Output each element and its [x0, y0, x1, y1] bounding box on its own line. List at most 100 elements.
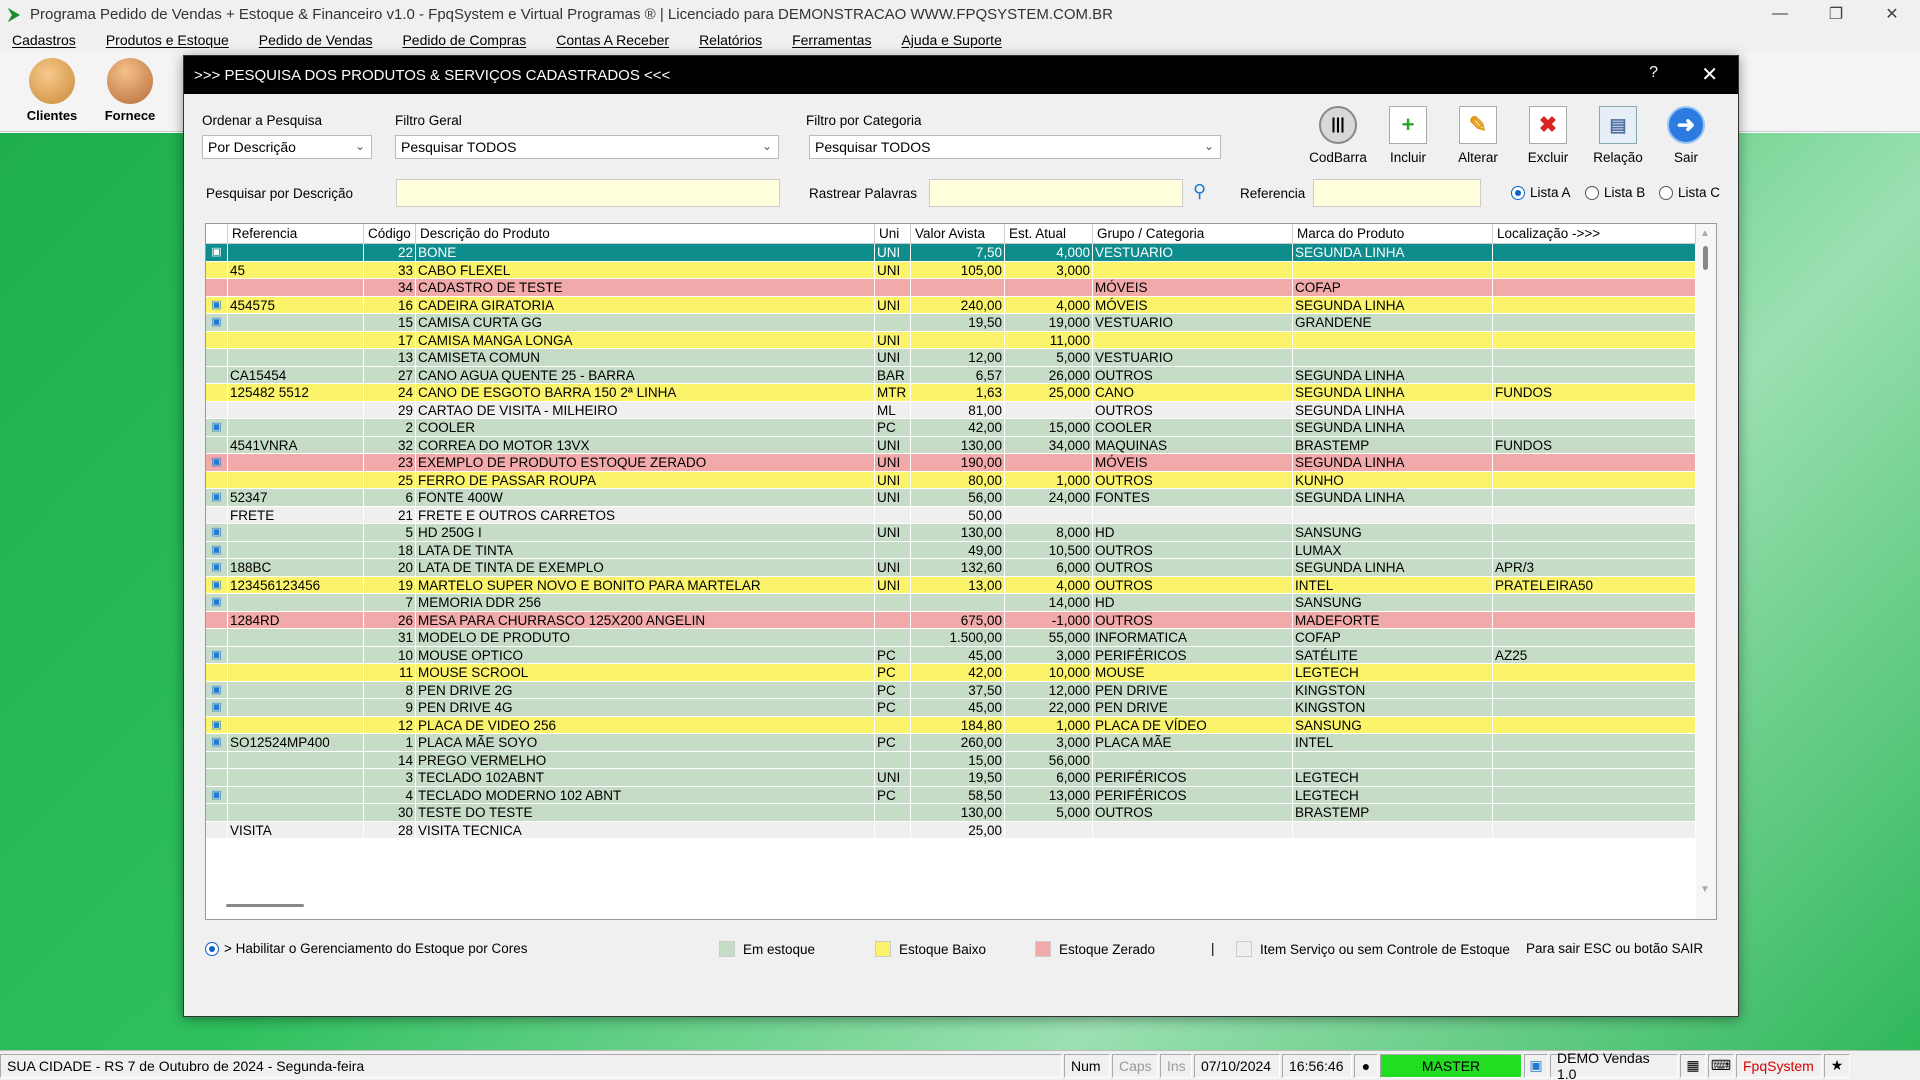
cell-val: 80,00 [911, 471, 1005, 489]
cell-est: 56,000 [1005, 751, 1093, 769]
menu-relatorios[interactable]: Relatórios [699, 32, 762, 48]
header-codigo[interactable]: Código [364, 224, 416, 244]
table-row[interactable]: 14 PREGO VERMELHO 15,00 56,000 [206, 751, 1696, 769]
row-icon-cell [206, 436, 228, 454]
cell-grp: VESTUARIO [1093, 314, 1293, 332]
header-localizacao[interactable]: Localização ->>> [1493, 224, 1696, 244]
lista-c-radio[interactable]: Lista C [1659, 185, 1720, 200]
menu-pedido-vendas[interactable]: Pedido de Vendas [259, 32, 373, 48]
scroll-up-icon[interactable]: ▲ [1700, 228, 1710, 239]
products-grid[interactable]: Referencia Código Descrição do Produto U… [205, 223, 1717, 920]
table-row[interactable]: ▣ 9 PEN DRIVE 4G PC 45,00 22,000 PEN DRIVE KING… [206, 699, 1696, 717]
cell-loc: APR/3 [1493, 559, 1696, 577]
scroll-thumb[interactable] [1703, 246, 1708, 270]
table-row[interactable]: 45 33 CABO FLEXEL UNI 105,00 3,000 [206, 261, 1696, 279]
dialog-title: >>> PESQUISA DOS PRODUTOS & SERVIÇOS CAD… [194, 66, 671, 84]
menu-ajuda-suporte[interactable]: Ajuda e Suporte [901, 32, 1001, 48]
cell-grp: CANO [1093, 384, 1293, 402]
close-window-button[interactable]: ✕ [1864, 0, 1920, 28]
calculator-icon[interactable]: ▦ [1680, 1053, 1706, 1078]
header-uni[interactable]: Uni [875, 224, 911, 244]
table-row[interactable]: ▣ 18 LATA DE TINTA 49,00 10,500 OUTROS LUMAX [206, 541, 1696, 559]
lista-a-radio[interactable]: Lista A [1511, 185, 1571, 200]
keyboard-icon[interactable]: ⌨ [1708, 1053, 1734, 1078]
table-row[interactable]: ▣ 4 TECLADO MODERNO 102 ABNT PC 58,50 13,000 P… [206, 786, 1696, 804]
table-row[interactable]: ▣ 10 MOUSE OPTICO PC 45,00 3,000 PERIFÉRICOS SA… [206, 646, 1696, 664]
table-row[interactable]: 3 TECLADO 102ABNT UNI 19,50 6,000 PERIFÉRICOS… [206, 769, 1696, 787]
header-est-atual[interactable]: Est. Atual [1005, 224, 1093, 244]
restore-button[interactable]: ❐ [1808, 0, 1864, 28]
referencia-input[interactable] [1313, 179, 1481, 207]
table-row[interactable]: ▣ 5 HD 250G I UNI 130,00 8,000 HD SANSUNG [206, 524, 1696, 542]
table-row[interactable]: 25 FERRO DE PASSAR ROUPA UNI 80,00 1,000 OUTR… [206, 471, 1696, 489]
table-row[interactable]: 13 CAMISETA COMUN UNI 12,00 5,000 VESTUARIO [206, 349, 1696, 367]
header-descricao[interactable]: Descrição do Produto [416, 224, 875, 244]
pesquisar-descricao-input[interactable] [396, 179, 780, 207]
table-row[interactable]: 125482 5512 24 CANO DE ESGOTO BARRA 150 2ª… [206, 384, 1696, 402]
header-grupo[interactable]: Grupo / Categoria [1093, 224, 1293, 244]
table-row[interactable]: ▣ 52347 6 FONTE 400W UNI 56,00 24,000 FONTES SEG… [206, 489, 1696, 507]
table-row[interactable]: CA15454 27 CANO AGUA QUENTE 25 - BARRA BAR 6… [206, 366, 1696, 384]
table-row[interactable]: ▣ SO12524MP400 1 PLACA MÃE SOYO PC 260,00 3,00… [206, 734, 1696, 752]
table-row[interactable]: ▣ 123456123456 19 MARTELO SUPER NOVO E BONI… [206, 576, 1696, 594]
rastrear-palavras-input[interactable] [929, 179, 1183, 207]
vertical-scrollbar[interactable]: ▲ ▼ [1696, 224, 1716, 919]
relacao-button[interactable]: ▤ Relação [1586, 106, 1650, 176]
table-row[interactable]: ▣ 7 MEMORIA DDR 256 14,000 HD SANSUNG [206, 594, 1696, 612]
menu-pedido-compras[interactable]: Pedido de Compras [402, 32, 526, 48]
cell-mar: KUNHO [1293, 471, 1493, 489]
ordenar-select[interactable]: Por Descrição ⌄ [202, 135, 372, 159]
menu-ferramentas[interactable]: Ferramentas [792, 32, 871, 48]
cell-ref: 52347 [228, 489, 364, 507]
table-row[interactable]: ▣ 12 PLACA DE VIDEO 256 184,80 1,000 PLACA DE… [206, 716, 1696, 734]
table-row[interactable]: ▣ 8 PEN DRIVE 2G PC 37,50 12,000 PEN DRIVE KING… [206, 681, 1696, 699]
incluir-button[interactable]: + Incluir [1376, 106, 1440, 176]
table-row[interactable]: ▣ 188BC 20 LATA DE TINTA DE EXEMPLO UNI 132,6… [206, 559, 1696, 577]
table-row[interactable]: 31 MODELO DE PRODUTO 1.500,00 55,000 INFORMA… [206, 629, 1696, 647]
close-dialog-button[interactable]: ✕ [1701, 62, 1718, 87]
table-row[interactable]: ▣ 2 COOLER PC 42,00 15,000 COOLER SEGUNDA LINHA [206, 419, 1696, 437]
table-row[interactable]: VISITA 28 VISITA TECNICA 25,00 [206, 821, 1696, 839]
table-row[interactable]: FRETE 21 FRETE E OUTROS CARRETOS 50,00 [206, 506, 1696, 524]
table-row[interactable]: 17 CAMISA MANGA LONGA UNI 11,000 [206, 331, 1696, 349]
menu-contas-receber[interactable]: Contas A Receber [556, 32, 669, 48]
header-marca[interactable]: Marca do Produto [1293, 224, 1493, 244]
cell-desc: CANO DE ESGOTO BARRA 150 2ª LINHA [416, 384, 875, 402]
table-row[interactable]: 30 TESTE DO TESTE 130,00 5,000 OUTROS BRASTEM… [206, 804, 1696, 822]
table-row[interactable]: 1284RD 26 MESA PARA CHURRASCO 125X200 ANGE… [206, 611, 1696, 629]
filtro-categoria-select[interactable]: Pesquisar TODOS ⌄ [809, 135, 1221, 159]
row-icon-cell [206, 804, 228, 822]
table-row[interactable]: ▣ 23 EXEMPLO DE PRODUTO ESTOQUE ZERADO UNI 1… [206, 454, 1696, 472]
alterar-button[interactable]: ✎ Alterar [1446, 106, 1510, 176]
scroll-down-icon[interactable]: ▼ [1700, 884, 1710, 895]
excluir-button[interactable]: ✖ Excluir [1516, 106, 1580, 176]
cell-grp [1093, 751, 1293, 769]
lista-b-radio[interactable]: Lista B [1585, 185, 1645, 200]
fornece-button[interactable]: Fornece [94, 58, 166, 130]
table-row[interactable]: 34 CADASTRO DE TESTE MÓVEIS COFAP [206, 279, 1696, 297]
sair-button[interactable]: ➜ Sair [1654, 106, 1718, 176]
minimize-button[interactable]: — [1752, 0, 1808, 28]
header-valor-avista[interactable]: Valor Avista [911, 224, 1005, 244]
search-icon[interactable]: ⚲ [1193, 181, 1206, 202]
cell-est: 4,000 [1005, 244, 1093, 262]
cell-uni: UNI [875, 331, 911, 349]
filtro-geral-select[interactable]: Pesquisar TODOS ⌄ [395, 135, 779, 159]
cell-est: 12,000 [1005, 681, 1093, 699]
table-row[interactable]: 11 MOUSE SCROOL PC 42,00 10,000 MOUSE LEGTECH [206, 664, 1696, 682]
codbarra-button[interactable]: ||| CodBarra [1306, 106, 1370, 176]
table-row[interactable]: ▣ 15 CAMISA CURTA GG 19,50 19,000 VESTUARIO GR… [206, 314, 1696, 332]
table-row[interactable]: 4541VNRA 32 CORREA DO MOTOR 13VX UNI 130,00 3… [206, 436, 1696, 454]
table-row[interactable]: 29 CARTAO DE VISITA - MILHEIRO ML 81,00 OUTR… [206, 401, 1696, 419]
help-button[interactable]: ? [1649, 64, 1658, 82]
header-referencia[interactable]: Referencia [228, 224, 364, 244]
clientes-button[interactable]: Clientes [16, 58, 88, 130]
table-row[interactable]: ▣ 22 BONE UNI 7,50 4,000 VESTUARIO SEGUNDA LINH… [206, 244, 1696, 262]
menu-produtos-estoque[interactable]: Produtos e Estoque [106, 32, 229, 48]
horizontal-scrollbar[interactable] [226, 904, 304, 907]
habilitar-cores-radio[interactable]: > Habilitar o Gerenciamento do Estoque p… [205, 941, 528, 956]
cell-val: 132,60 [911, 559, 1005, 577]
cell-uni: UNI [875, 349, 911, 367]
menu-cadastros[interactable]: Cadastros [12, 32, 76, 48]
table-row[interactable]: ▣ 454575 16 CADEIRA GIRATORIA UNI 240,00 4,000… [206, 296, 1696, 314]
